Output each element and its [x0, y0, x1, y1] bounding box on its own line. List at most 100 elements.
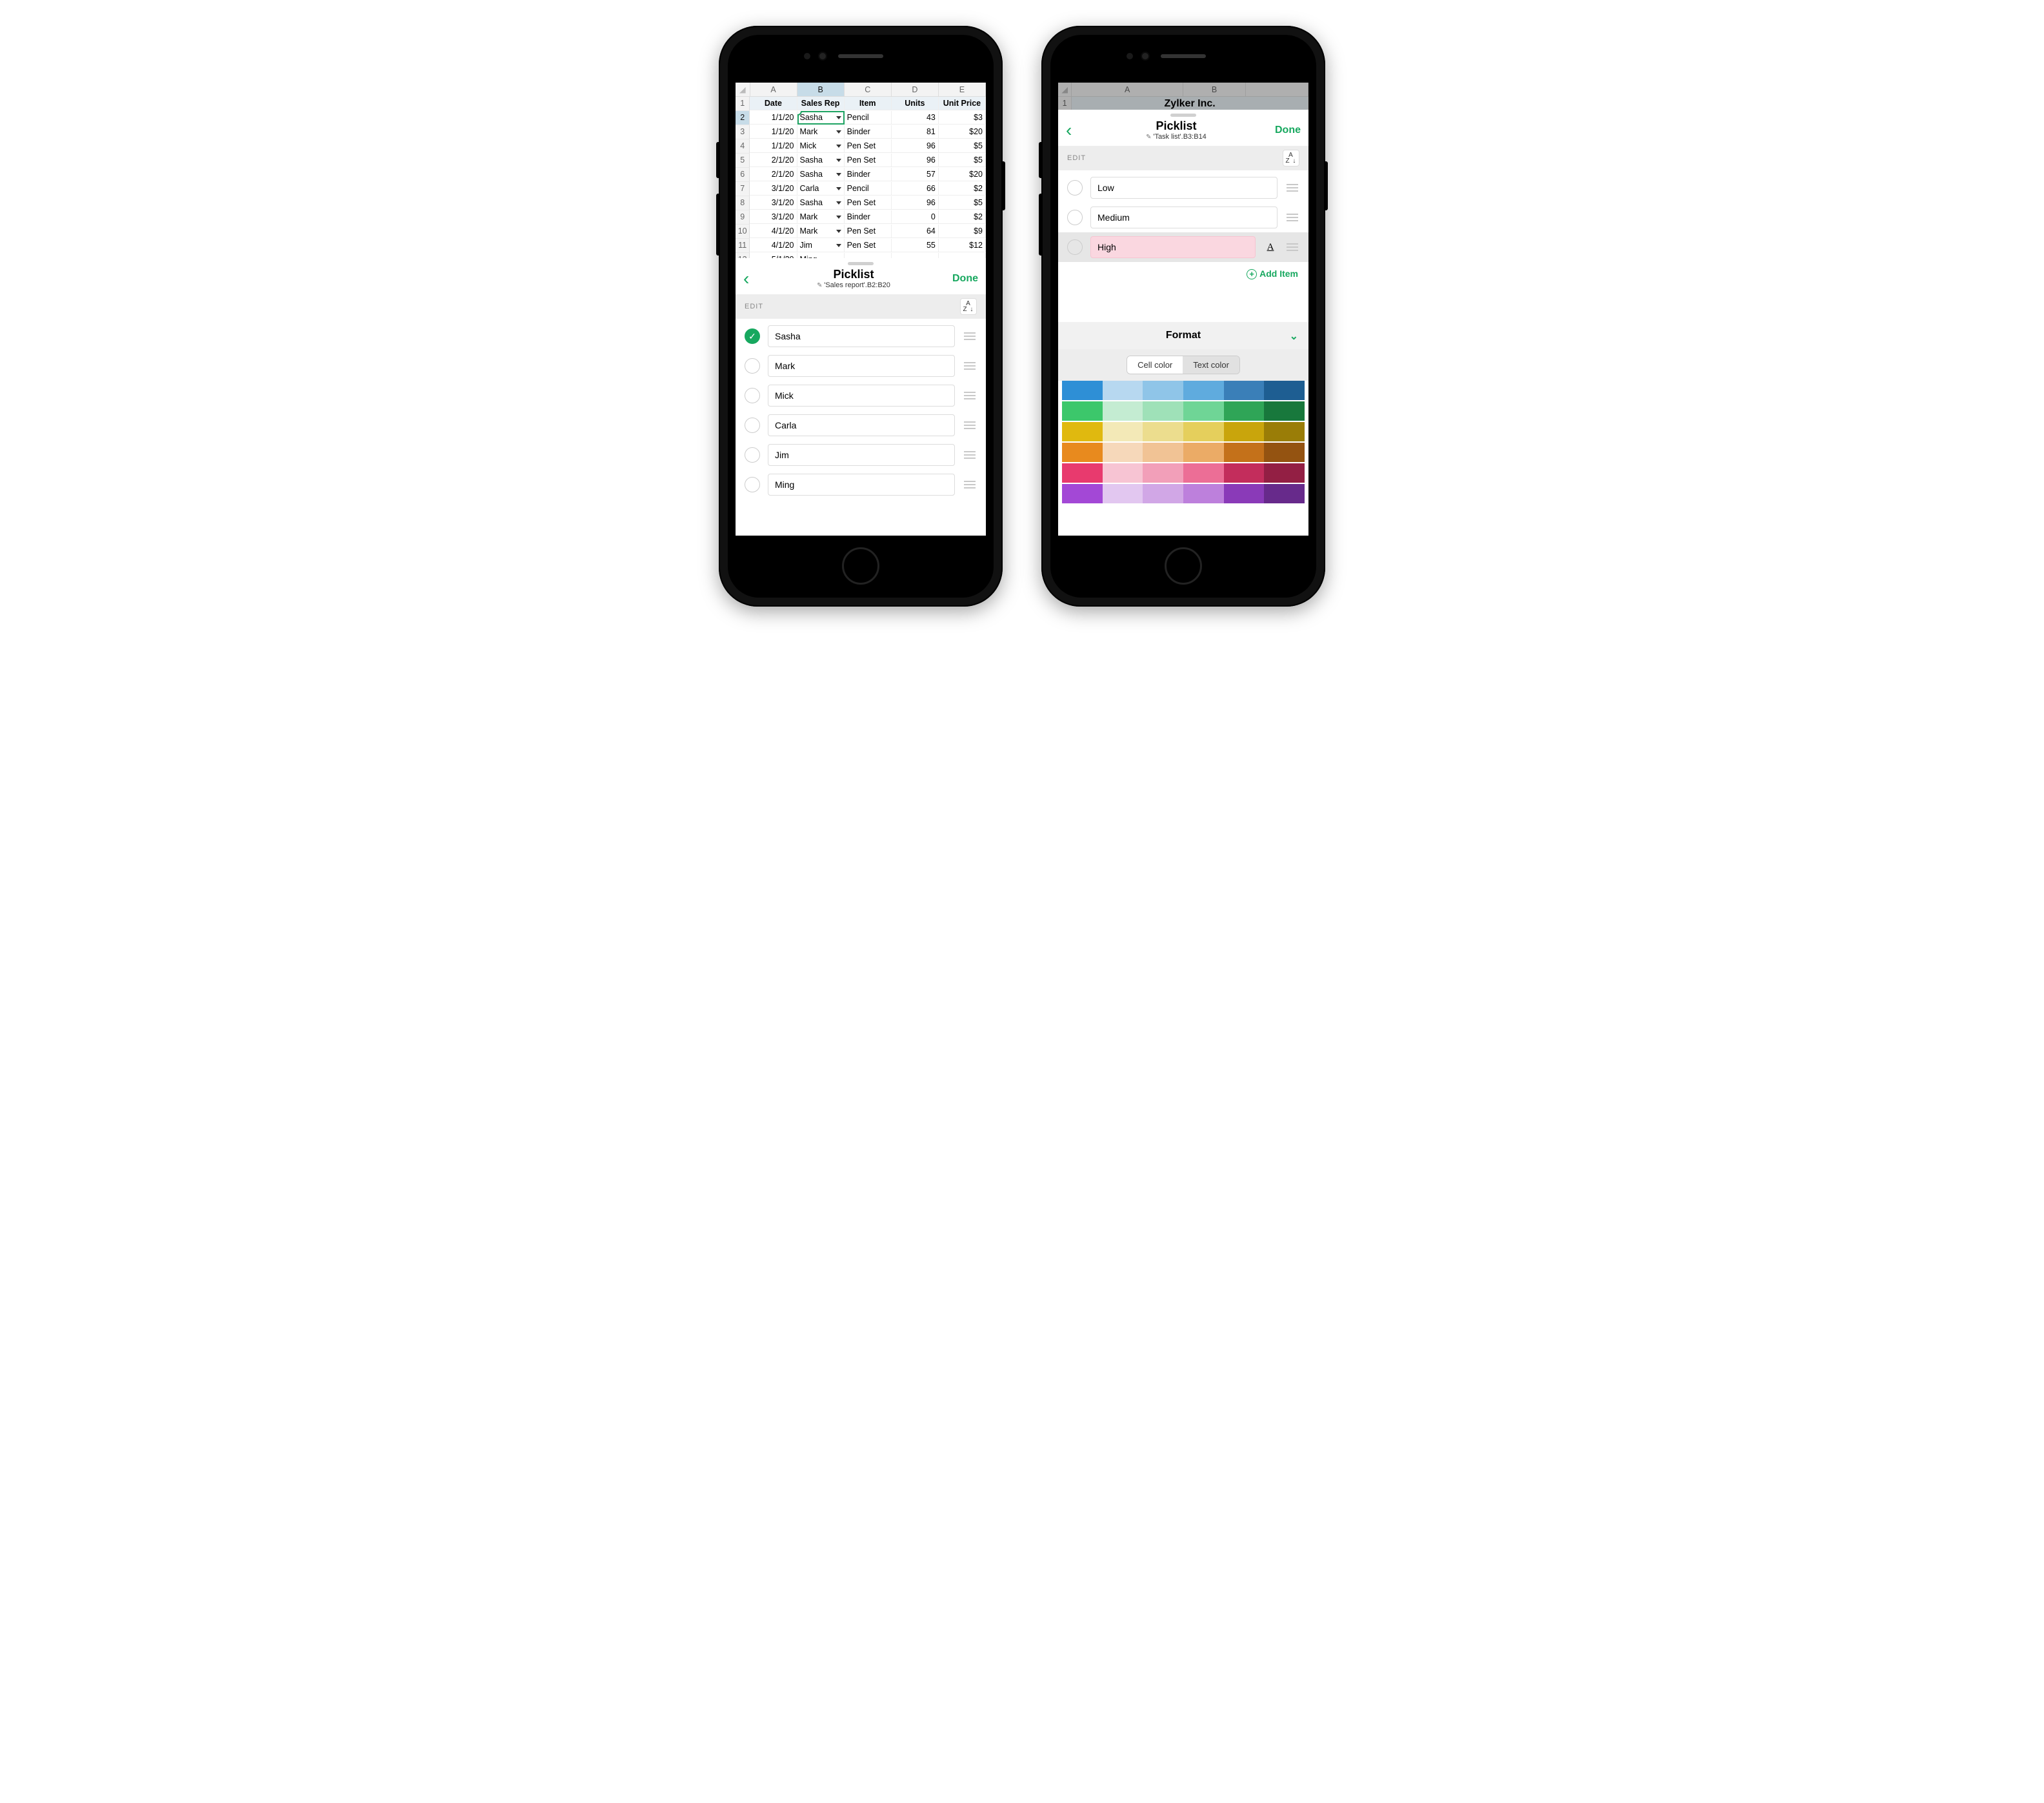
- color-swatch[interactable]: [1062, 422, 1103, 441]
- panel-range[interactable]: 'Sales report'.B2:B20: [763, 281, 945, 289]
- drag-grip-icon[interactable]: [1285, 243, 1299, 251]
- color-swatch[interactable]: [1264, 463, 1305, 483]
- seg-cell-color[interactable]: Cell color: [1127, 356, 1183, 374]
- color-swatch[interactable]: [1103, 463, 1143, 483]
- select-all-cell[interactable]: ◢: [736, 83, 750, 97]
- row-header[interactable]: 6: [736, 168, 750, 182]
- color-swatch[interactable]: [1062, 381, 1103, 400]
- row-header[interactable]: 7: [736, 182, 750, 196]
- drag-grip-icon[interactable]: [963, 481, 977, 489]
- color-swatch[interactable]: [1183, 443, 1224, 462]
- radio-button[interactable]: [745, 388, 760, 403]
- color-swatch[interactable]: [1224, 401, 1265, 421]
- color-swatch[interactable]: [1183, 401, 1224, 421]
- radio-button[interactable]: [1067, 210, 1083, 225]
- cell[interactable]: 96: [892, 139, 939, 153]
- format-header[interactable]: Format ⌄: [1058, 322, 1308, 349]
- sort-button[interactable]: AZ ↓: [1283, 150, 1299, 166]
- back-button[interactable]: ‹: [743, 268, 763, 289]
- color-swatch[interactable]: [1143, 381, 1183, 400]
- cell[interactable]: Pen Set: [845, 196, 892, 210]
- color-swatch[interactable]: [1224, 422, 1265, 441]
- cell-dropdown[interactable]: Sasha: [797, 168, 845, 181]
- color-swatch[interactable]: [1143, 401, 1183, 421]
- cell[interactable]: 96: [892, 196, 939, 210]
- radio-button[interactable]: [1067, 180, 1083, 196]
- color-swatch[interactable]: [1103, 381, 1143, 400]
- cell[interactable]: 57: [892, 168, 939, 181]
- cell[interactable]: 2/1/20: [750, 168, 797, 181]
- drag-grip-icon[interactable]: [963, 421, 977, 429]
- cell[interactable]: Pencil: [845, 111, 892, 125]
- home-button[interactable]: [842, 547, 879, 585]
- back-button[interactable]: ‹: [1066, 120, 1085, 141]
- column-header[interactable]: D: [892, 83, 939, 97]
- cell[interactable]: $5: [939, 139, 986, 153]
- cell[interactable]: 4/1/20: [750, 239, 797, 252]
- cell[interactable]: 66: [892, 182, 939, 196]
- item-input[interactable]: Mark: [768, 355, 955, 377]
- color-swatch[interactable]: [1143, 463, 1183, 483]
- drag-grip-icon[interactable]: [963, 451, 977, 459]
- item-input[interactable]: Medium: [1090, 206, 1278, 228]
- cell[interactable]: 64: [892, 225, 939, 238]
- cell[interactable]: 81: [892, 125, 939, 139]
- column-header[interactable]: B: [797, 83, 845, 97]
- row-header[interactable]: 11: [736, 239, 750, 253]
- radio-button[interactable]: [1067, 239, 1083, 255]
- drag-grip-icon[interactable]: [1285, 184, 1299, 192]
- color-swatch[interactable]: [1224, 443, 1265, 462]
- cell[interactable]: $20: [939, 168, 986, 181]
- column-header[interactable]: C: [845, 83, 892, 97]
- color-swatch[interactable]: [1183, 484, 1224, 503]
- cell-dropdown[interactable]: Sasha: [797, 111, 845, 125]
- sort-button[interactable]: AZ ↓: [960, 298, 977, 315]
- color-swatch[interactable]: [1103, 401, 1143, 421]
- color-swatch[interactable]: [1062, 443, 1103, 462]
- cell[interactable]: 1/1/20: [750, 125, 797, 139]
- cell[interactable]: 0: [892, 210, 939, 224]
- cell[interactable]: Binder: [845, 210, 892, 224]
- item-input[interactable]: Mick: [768, 385, 955, 407]
- cell-dropdown[interactable]: Mark: [797, 125, 845, 139]
- cell-dropdown[interactable]: Carla: [797, 182, 845, 196]
- cell[interactable]: 3/1/20: [750, 182, 797, 196]
- cell[interactable]: 4/1/20: [750, 225, 797, 238]
- column-header[interactable]: E: [939, 83, 986, 97]
- cell[interactable]: 3/1/20: [750, 196, 797, 210]
- color-swatch[interactable]: [1264, 484, 1305, 503]
- radio-button[interactable]: ✓: [745, 328, 760, 344]
- cell[interactable]: 2/1/20: [750, 154, 797, 167]
- color-swatch[interactable]: [1183, 463, 1224, 483]
- home-button[interactable]: [1165, 547, 1202, 585]
- cell-dropdown[interactable]: Mark: [797, 225, 845, 238]
- seg-text-color[interactable]: Text color: [1183, 356, 1239, 374]
- item-input[interactable]: Carla: [768, 414, 955, 436]
- cell[interactable]: $2: [939, 182, 986, 196]
- radio-button[interactable]: [745, 358, 760, 374]
- row-header[interactable]: 9: [736, 210, 750, 225]
- color-swatch[interactable]: [1062, 401, 1103, 421]
- color-swatch[interactable]: [1103, 443, 1143, 462]
- cell[interactable]: Pen Set: [845, 139, 892, 153]
- column-header[interactable]: A: [750, 83, 797, 97]
- row-header[interactable]: 3: [736, 125, 750, 139]
- color-swatch[interactable]: [1062, 484, 1103, 503]
- header-cell[interactable]: Units: [892, 97, 939, 110]
- cell[interactable]: 55: [892, 239, 939, 252]
- item-input[interactable]: Jim: [768, 444, 955, 466]
- cell[interactable]: 1/1/20: [750, 111, 797, 125]
- color-swatch[interactable]: [1264, 422, 1305, 441]
- item-input[interactable]: Sasha: [768, 325, 955, 347]
- cell[interactable]: $12: [939, 239, 986, 252]
- done-button[interactable]: Done: [945, 273, 978, 285]
- item-input[interactable]: High: [1090, 236, 1256, 258]
- row-header[interactable]: 4: [736, 139, 750, 154]
- cell-dropdown[interactable]: Sasha: [797, 154, 845, 167]
- cell[interactable]: $3: [939, 111, 986, 125]
- cell[interactable]: $20: [939, 125, 986, 139]
- done-button[interactable]: Done: [1267, 125, 1301, 136]
- cell[interactable]: 96: [892, 154, 939, 167]
- radio-button[interactable]: [745, 447, 760, 463]
- cell-dropdown[interactable]: Jim: [797, 239, 845, 252]
